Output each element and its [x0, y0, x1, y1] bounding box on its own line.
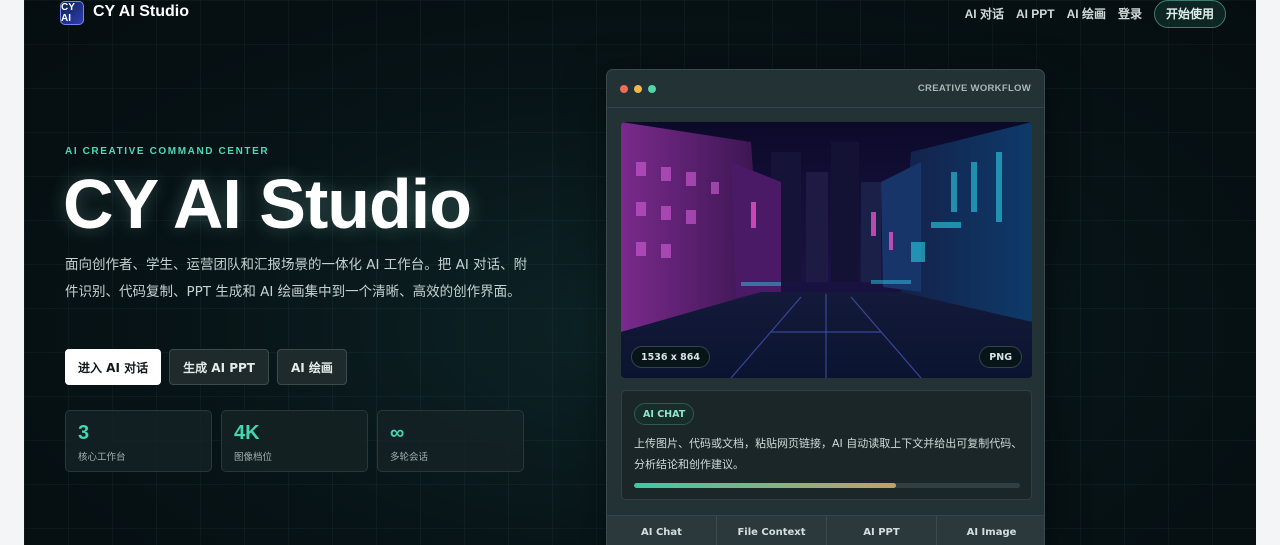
window-dot-yellow-icon: [634, 85, 642, 93]
stat-value: 3: [78, 422, 90, 444]
tab-ai-chat[interactable]: AI Chat: [607, 516, 717, 545]
stat-label: 多轮会话: [390, 452, 429, 463]
progress-fill: [634, 483, 897, 488]
top-nav: CY AI CY AI Studio AI 对话 AI PPT AI 绘画 登录…: [24, 0, 1256, 28]
ai-chat-badge: AI CHAT: [634, 403, 695, 425]
hero-title: CY AI Studio: [63, 165, 472, 243]
stat-card: 4K 图像档位: [221, 410, 368, 472]
nav-link-ai-image[interactable]: AI 绘画: [1067, 5, 1106, 22]
ai-chat-panel: AI CHAT 上传图片、代码或文档，粘贴网页链接，AI 自动读取上下文并给出可…: [621, 390, 1032, 500]
window-dot-red-icon: [620, 85, 628, 93]
image-size-badge: 1536 x 864: [631, 346, 711, 368]
stat-label: 图像档位: [234, 452, 273, 463]
stats-row: 3 核心工作台 4K 图像档位 ∞ 多轮会话: [65, 410, 533, 472]
generated-image-preview[interactable]: 1536 x 864 PNG: [621, 122, 1032, 378]
progress-bar: [634, 483, 1020, 488]
stat-value: ∞: [390, 422, 405, 444]
generate-ppt-button[interactable]: 生成 AI PPT: [169, 349, 269, 385]
stat-value: 4K: [234, 422, 260, 444]
hero-eyebrow: AI CREATIVE COMMAND CENTER: [65, 146, 270, 157]
nav-link-login[interactable]: 登录: [1118, 5, 1142, 22]
logo-icon[interactable]: CY AI: [60, 1, 84, 25]
card-header: CREATIVE WORKFLOW: [607, 70, 1044, 108]
window-dot-green-icon: [648, 85, 656, 93]
nav-link-ai-chat[interactable]: AI 对话: [965, 5, 1004, 22]
nav-link-ai-ppt[interactable]: AI PPT: [1016, 7, 1055, 21]
tab-ai-ppt[interactable]: AI PPT: [827, 516, 937, 545]
card-title: CREATIVE WORKFLOW: [917, 83, 1031, 94]
tab-ai-image[interactable]: AI Image: [937, 516, 1044, 545]
image-format-badge: PNG: [979, 346, 1022, 368]
chat-message: 上传图片、代码或文档，粘贴网页链接，AI 自动读取上下文并给出可复制代码、分析结…: [634, 437, 1023, 471]
nav-links: AI 对话 AI PPT AI 绘画 登录 开始使用: [953, 0, 1226, 28]
hero-description: 面向创作者、学生、运营团队和汇报场景的一体化 AI 工作台。把 AI 对话、附件…: [65, 257, 528, 300]
ai-image-button[interactable]: AI 绘画: [277, 349, 347, 385]
workflow-card: CREATIVE WORKFLOW 1536 x 864 PNG AI CHAT…: [606, 69, 1045, 545]
enter-ai-chat-button[interactable]: 进入 AI 对话: [65, 349, 162, 385]
stat-card: ∞ 多轮会话: [377, 410, 524, 472]
app-frame: CY AI CY AI Studio AI 对话 AI PPT AI 绘画 登录…: [24, 0, 1256, 545]
get-started-button[interactable]: 开始使用: [1153, 0, 1226, 28]
stat-label: 核心工作台: [78, 452, 126, 463]
city-street-image: [621, 122, 1032, 378]
brand-name[interactable]: CY AI Studio: [93, 3, 189, 21]
workflow-tabs: AI Chat File Context AI PPT AI Image: [607, 515, 1044, 545]
stat-card: 3 核心工作台: [65, 410, 212, 472]
tab-file-context[interactable]: File Context: [717, 516, 827, 545]
hero-actions: 进入 AI 对话 生成 AI PPT AI 绘画: [65, 349, 355, 385]
